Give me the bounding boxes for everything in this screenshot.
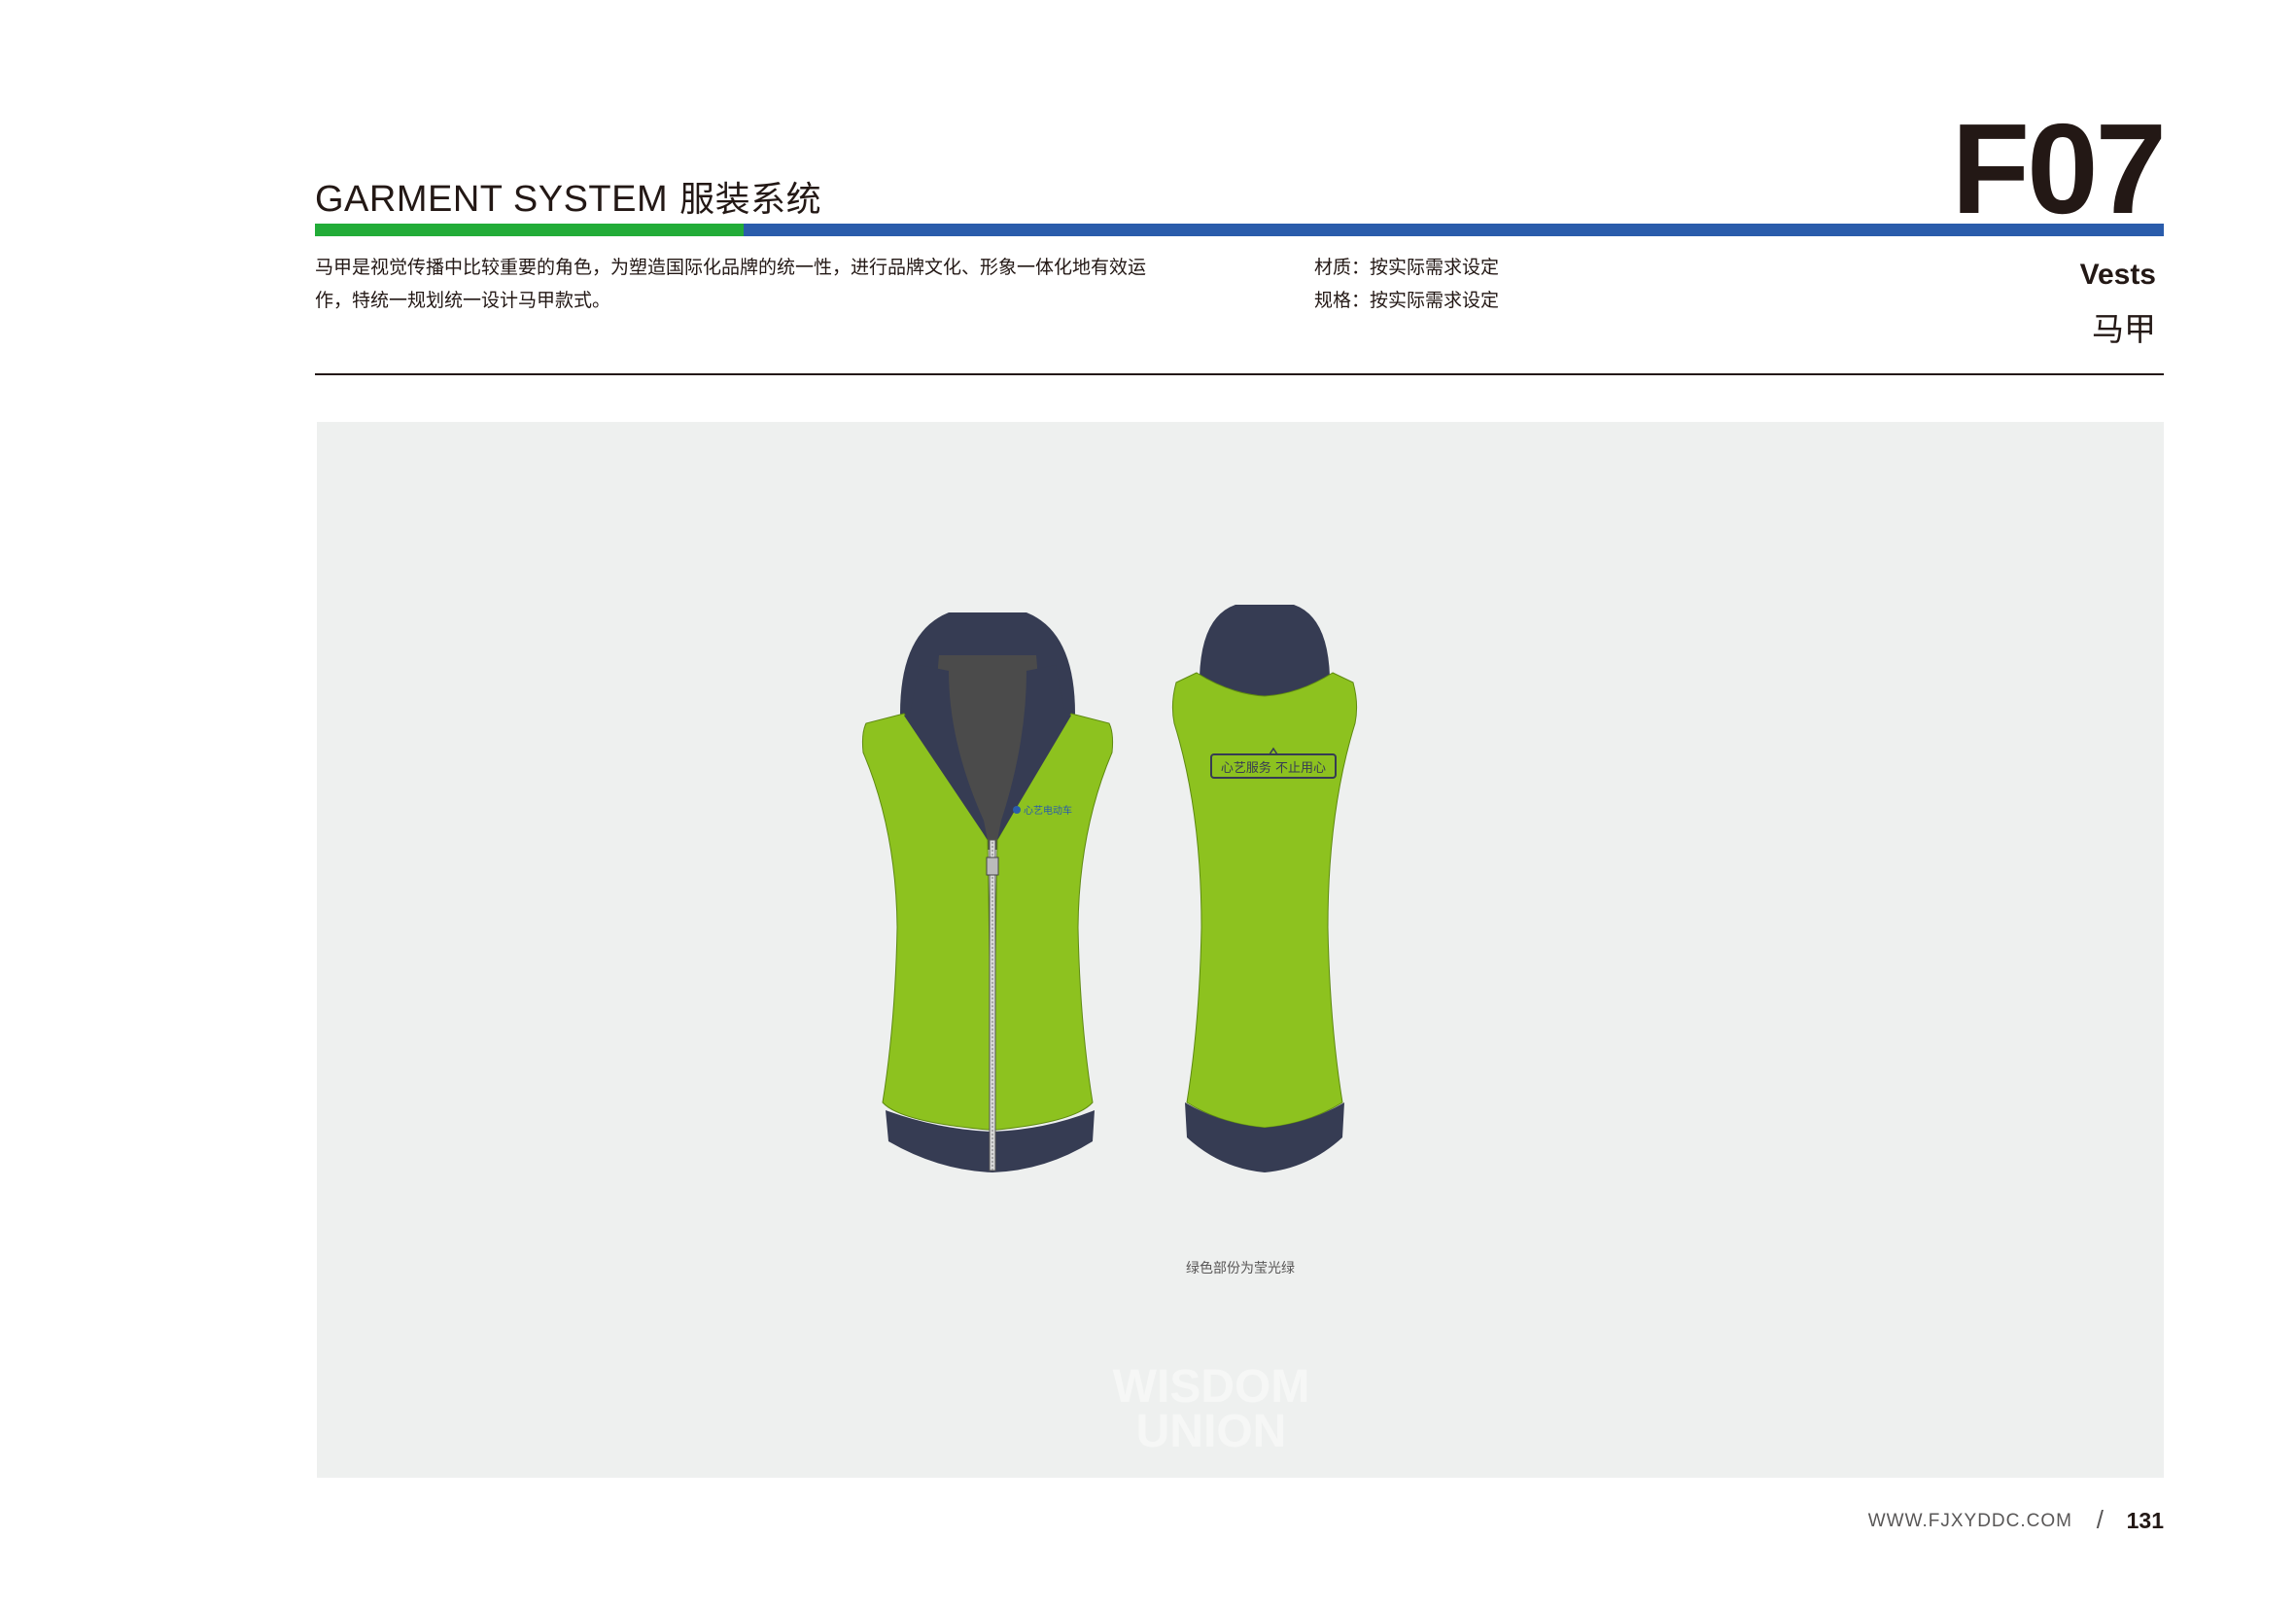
title-en: GARMENT SYSTEM [315,179,669,220]
intro-line-2: 作，特统一规划统一设计马甲款式。 [315,290,611,311]
watermark: WISDOM UNION [958,1361,1464,1457]
section-code: F07 [1951,97,2167,240]
category-en: Vests [2079,259,2156,291]
title-cn: 服装系统 [679,180,822,220]
footer-slash: / [2096,1505,2104,1534]
footer-url[interactable]: WWW.FJXYDDC.COM [1868,1511,2072,1532]
vest-illustration: 心艺电动车 心艺服务 不止用心 [861,605,1358,1172]
front-chest-logo [1013,806,1021,814]
accent-bar-green [315,224,744,236]
spec-material: 材质：按实际需求设定 [1314,257,1500,278]
back-slogan-text: 心艺服务 不止用心 [1221,760,1326,776]
back-body [1171,672,1358,1129]
spec-size: 规格：按实际需求设定 [1314,290,1500,311]
garment-panel: 心艺电动车 心艺服务 不止用心 绿色部份为莹光绿 WISDOM UNION [317,422,2164,1478]
front-logo-text: 心艺电动车 [1024,804,1072,817]
logo-mark-icon [1013,806,1021,814]
color-caption: 绿色部份为莹光绿 [1186,1261,1295,1276]
vest-front: 心艺电动车 [861,612,1114,1172]
vest-back: 心艺服务 不止用心 [1171,605,1358,1172]
header-divider [315,373,2164,375]
watermark-line-1: WISDOM [1112,1361,1310,1413]
page-title: GARMENT SYSTEM 服装系统 [315,171,821,222]
intro-text: 马甲是视觉传播中比较重要的角色，为塑造国际化品牌的统一性，进行品牌文化、形象一体… [315,251,1190,317]
accent-bar-blue [744,224,2164,236]
back-collar [1200,605,1330,696]
watermark-line-2: UNION [1135,1406,1287,1457]
spec-block: 材质：按实际需求设定 规格：按实际需求设定 [1314,251,1499,317]
page-number: 131 [2126,1508,2164,1533]
category-cn: 马甲 [2092,310,2156,348]
intro-line-1: 马甲是视觉传播中比较重要的角色，为塑造国际化品牌的统一性，进行品牌文化、形象一体… [315,257,1147,278]
